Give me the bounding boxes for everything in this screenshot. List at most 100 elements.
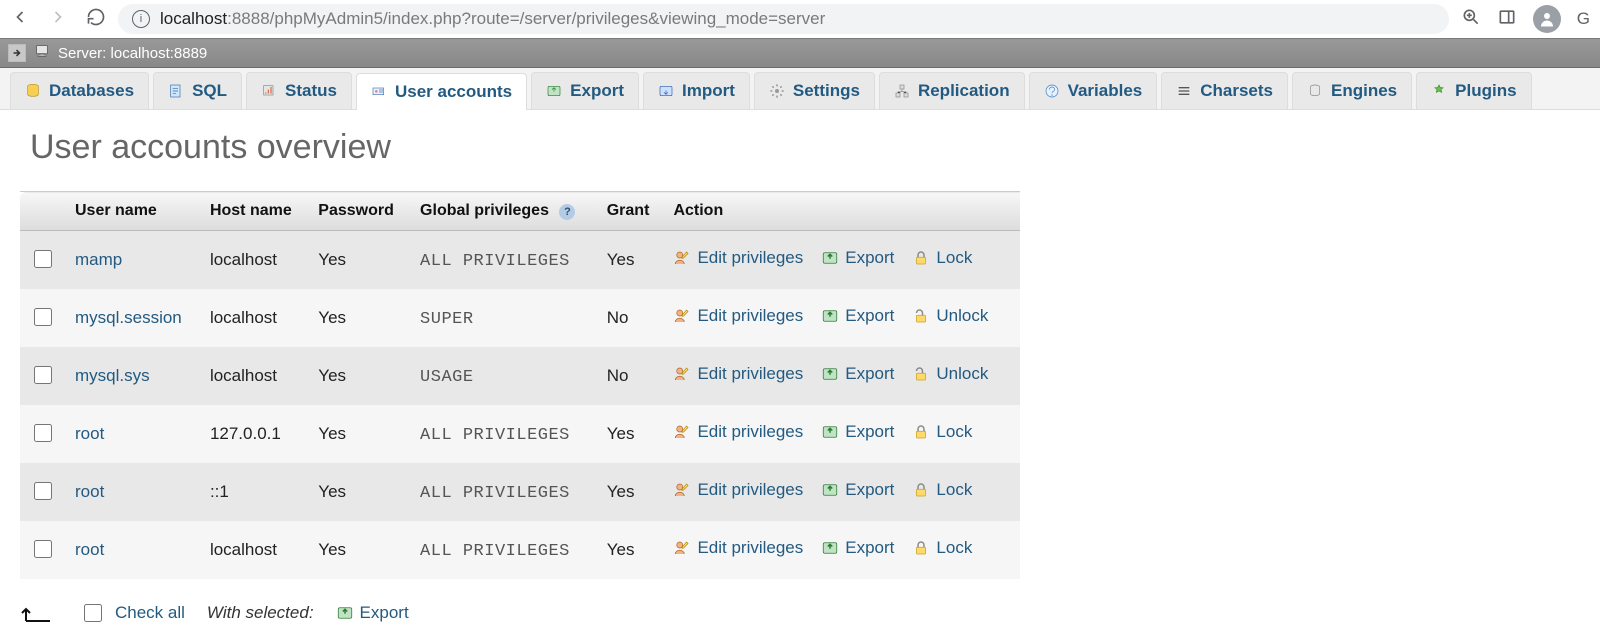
tab-import[interactable]: Import	[643, 72, 750, 109]
user-link[interactable]: root	[75, 482, 104, 501]
back-icon[interactable]	[10, 7, 30, 32]
import-icon	[658, 83, 674, 99]
row-checkbox[interactable]	[34, 250, 52, 268]
host-cell: localhost	[200, 289, 308, 347]
lock-user-button[interactable]: Unlock	[912, 306, 988, 326]
edit-privileges-button[interactable]: Edit privileges	[673, 364, 803, 384]
export-user-button[interactable]: Export	[821, 538, 894, 558]
col-password[interactable]: Password	[308, 192, 410, 231]
tab-label: Variables	[1068, 81, 1143, 101]
tab-databases[interactable]: Databases	[10, 72, 149, 109]
user-link[interactable]: mysql.session	[75, 308, 182, 327]
host-cell: localhost	[200, 347, 308, 405]
reload-icon[interactable]	[86, 7, 106, 32]
grant-cell: Yes	[597, 521, 664, 579]
tab-sql[interactable]: SQL	[153, 72, 242, 109]
user-link[interactable]: root	[75, 424, 104, 443]
col-user-name[interactable]: User name	[65, 192, 200, 231]
lock-user-button[interactable]: Lock	[912, 422, 972, 442]
tab-replication[interactable]: Replication	[879, 72, 1025, 109]
edit-privileges-button[interactable]: Edit privileges	[673, 538, 803, 558]
user-link[interactable]: mysql.sys	[75, 366, 150, 385]
grant-cell: No	[597, 289, 664, 347]
replication-icon	[894, 83, 910, 99]
db-icon	[25, 83, 41, 99]
export-user-button[interactable]: Export	[821, 480, 894, 500]
bulk-export-button[interactable]: Export	[336, 603, 409, 623]
host-cell: 127.0.0.1	[200, 405, 308, 463]
password-cell: Yes	[308, 347, 410, 405]
with-selected-label: With selected:	[207, 603, 314, 623]
row-checkbox[interactable]	[34, 308, 52, 326]
host-cell: localhost	[200, 521, 308, 579]
tab-label: Export	[570, 81, 624, 101]
server-bar: Server: localhost:8889	[0, 38, 1600, 68]
export-user-button[interactable]: Export	[821, 248, 894, 268]
host-cell: localhost	[200, 231, 308, 290]
edit-user-icon	[673, 481, 691, 499]
export-user-button[interactable]: Export	[821, 306, 894, 326]
edit-user-icon	[673, 423, 691, 441]
tab-status[interactable]: Status	[246, 72, 352, 109]
tab-strip: Databases SQL Status User accounts Export Imp…	[0, 68, 1600, 110]
row-checkbox[interactable]	[34, 366, 52, 384]
tab-engines[interactable]: Engines	[1292, 72, 1412, 109]
col-host-name[interactable]: Host name	[200, 192, 308, 231]
table-row: mysql.syslocalhostYesUSAGENoEdit privile…	[20, 347, 1020, 405]
user-link[interactable]: root	[75, 540, 104, 559]
table-row: root::1YesALL PRIVILEGESYesEdit privileg…	[20, 463, 1020, 521]
tab-export[interactable]: Export	[531, 72, 639, 109]
tab-user-accounts[interactable]: User accounts	[356, 73, 527, 110]
edit-privileges-button[interactable]: Edit privileges	[673, 248, 803, 268]
edit-privileges-button[interactable]: Edit privileges	[673, 480, 803, 500]
tab-label: Charsets	[1200, 81, 1273, 101]
check-all[interactable]: Check all	[80, 601, 185, 625]
tab-label: Replication	[918, 81, 1010, 101]
export-user-button[interactable]: Export	[821, 422, 894, 442]
address-bar[interactable]: i localhost:8888/phpMyAdmin5/index.php?r…	[118, 4, 1449, 34]
help-icon[interactable]: ?	[559, 204, 575, 220]
page-title: User accounts overview	[30, 128, 1580, 167]
tab-charsets[interactable]: Charsets	[1161, 72, 1288, 109]
user-link[interactable]: mamp	[75, 250, 122, 269]
panel-toggle-icon[interactable]	[8, 44, 26, 62]
lock-user-button[interactable]: Unlock	[912, 364, 988, 384]
zoom-icon[interactable]	[1461, 7, 1481, 32]
row-checkbox[interactable]	[34, 482, 52, 500]
export-icon	[821, 481, 839, 499]
row-checkbox[interactable]	[34, 424, 52, 442]
panel-icon[interactable]	[1497, 7, 1517, 32]
browser-toolbar: i localhost:8888/phpMyAdmin5/index.php?r…	[0, 0, 1600, 38]
action-cell: Edit privileges Export Lock	[663, 405, 1020, 463]
host-cell: ::1	[200, 463, 308, 521]
check-all-checkbox[interactable]	[84, 604, 102, 622]
profile-avatar[interactable]	[1533, 5, 1561, 33]
tab-variables[interactable]: Variables	[1029, 72, 1158, 109]
forward-icon[interactable]	[48, 7, 68, 32]
tab-settings[interactable]: Settings	[754, 72, 875, 109]
lock-icon	[912, 307, 930, 325]
row-checkbox[interactable]	[34, 540, 52, 558]
lock-user-button[interactable]: Lock	[912, 480, 972, 500]
export-user-button[interactable]: Export	[821, 364, 894, 384]
lock-user-button[interactable]: Lock	[912, 248, 972, 268]
lock-icon	[912, 481, 930, 499]
edit-privileges-button[interactable]: Edit privileges	[673, 422, 803, 442]
tab-plugins[interactable]: Plugins	[1416, 72, 1531, 109]
table-row: mamplocalhostYesALL PRIVILEGESYesEdit pr…	[20, 231, 1020, 290]
lock-user-button[interactable]: Lock	[912, 538, 972, 558]
col-action: Action	[663, 192, 1020, 231]
col-global-privileges[interactable]: Global privileges ?	[410, 192, 597, 231]
edit-privileges-button[interactable]: Edit privileges	[673, 306, 803, 326]
lock-icon	[912, 423, 930, 441]
col-grant[interactable]: Grant	[597, 192, 664, 231]
action-cell: Edit privileges Export Unlock	[663, 347, 1020, 405]
tab-label: Settings	[793, 81, 860, 101]
site-info-icon[interactable]: i	[132, 10, 150, 28]
user-accounts-table: User name Host name Password Global priv…	[20, 191, 1020, 579]
tab-label: SQL	[192, 81, 227, 101]
export-icon	[821, 249, 839, 267]
tab-label: User accounts	[395, 82, 512, 102]
grant-cell: No	[597, 347, 664, 405]
export-icon	[546, 83, 562, 99]
